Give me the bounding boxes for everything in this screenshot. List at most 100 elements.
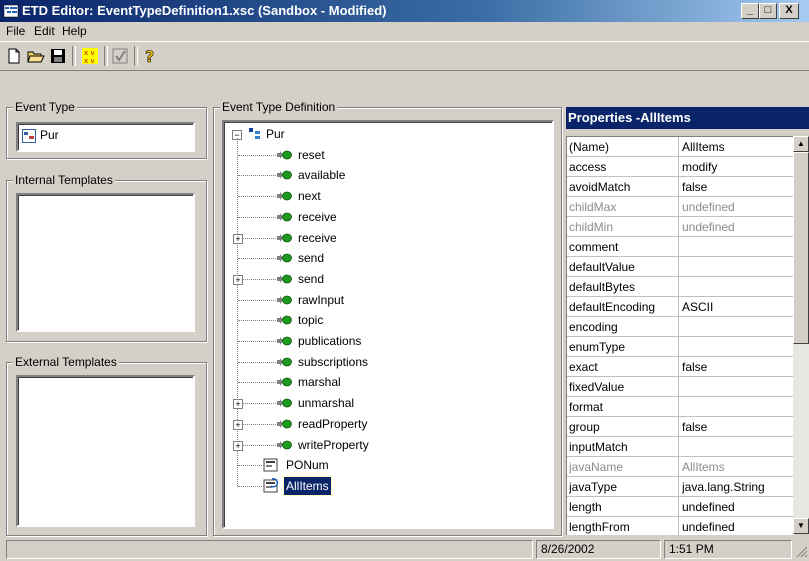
properties-title: Properties -AllItems bbox=[566, 107, 809, 129]
property-row[interactable]: defaultEncoding ASCII bbox=[567, 297, 794, 317]
minimize-button[interactable]: _ bbox=[741, 3, 759, 19]
tree-node-field[interactable]: AllItems bbox=[224, 475, 544, 496]
tree-node-method[interactable]: receive bbox=[224, 207, 544, 227]
expand-icon[interactable]: + bbox=[233, 440, 243, 451]
tree-node-method[interactable]: + send bbox=[224, 269, 544, 289]
open-folder-icon[interactable] bbox=[26, 46, 46, 66]
property-row[interactable]: childMax undefined bbox=[567, 197, 794, 217]
property-value[interactable]: undefined bbox=[682, 520, 792, 534]
tree-node-method[interactable]: topic bbox=[224, 310, 544, 330]
property-row[interactable]: exact false bbox=[567, 357, 794, 377]
property-row[interactable]: inputMatch bbox=[567, 437, 794, 457]
properties-grid[interactable]: (Name) AllItems access modify avoidMatch fals… bbox=[566, 136, 794, 535]
property-value[interactable]: modify bbox=[682, 160, 792, 174]
toolbar-separator bbox=[104, 46, 108, 66]
property-value[interactable]: false bbox=[682, 180, 792, 194]
tree-node-method[interactable]: + receive bbox=[224, 228, 544, 248]
tree-node-method[interactable]: send bbox=[224, 248, 544, 268]
property-value[interactable]: java.lang.String bbox=[682, 480, 792, 494]
expand-icon[interactable]: + bbox=[233, 233, 243, 244]
scroll-down-icon[interactable]: ▼ bbox=[793, 518, 809, 534]
close-button[interactable]: X bbox=[779, 3, 799, 19]
tree-node-label: reset bbox=[298, 147, 325, 162]
method-icon bbox=[277, 315, 292, 325]
property-row[interactable]: comment bbox=[567, 237, 794, 257]
property-value[interactable]: false bbox=[682, 420, 792, 434]
tree-node-label: publications bbox=[298, 334, 362, 348]
title-bar[interactable]: ETD Editor: EventTypeDefinition1.xsc (Sa… bbox=[0, 0, 809, 22]
check-icon[interactable]: x v x v bbox=[80, 46, 100, 66]
properties-scrollbar[interactable]: ▲ ▼ bbox=[793, 136, 809, 534]
scroll-up-icon[interactable]: ▲ bbox=[793, 136, 809, 152]
tree-node-method[interactable]: next bbox=[224, 186, 544, 206]
property-row[interactable]: lengthFrom undefined bbox=[567, 517, 794, 535]
column-divider bbox=[678, 257, 679, 277]
tree-node-method[interactable]: publications bbox=[224, 331, 544, 351]
property-row[interactable]: (Name) AllItems bbox=[567, 137, 794, 157]
tree-node-method[interactable]: subscriptions bbox=[224, 352, 544, 372]
column-divider bbox=[678, 517, 679, 535]
tree-node-label: available bbox=[298, 168, 346, 183]
new-file-icon[interactable] bbox=[4, 46, 24, 66]
etd-tree[interactable]: − Pur reset available next receive + receive sen… bbox=[222, 120, 554, 529]
property-value[interactable]: undefined bbox=[682, 220, 792, 234]
save-icon[interactable] bbox=[48, 46, 68, 66]
method-icon bbox=[277, 233, 292, 242]
property-row[interactable]: length undefined bbox=[567, 497, 794, 517]
field-icon bbox=[263, 458, 278, 472]
event-type-item[interactable]: Pur bbox=[40, 128, 59, 142]
external-templates-list[interactable] bbox=[16, 375, 195, 527]
property-value[interactable]: false bbox=[682, 360, 792, 374]
property-row[interactable]: defaultValue bbox=[567, 257, 794, 277]
tree-node-method[interactable]: + readProperty bbox=[224, 414, 544, 434]
tree-node-label: readProperty bbox=[298, 416, 368, 431]
property-row[interactable]: defaultBytes bbox=[567, 277, 794, 297]
internal-templates-list[interactable] bbox=[16, 193, 195, 332]
scroll-thumb[interactable] bbox=[793, 152, 809, 344]
tree-node-method[interactable]: reset bbox=[224, 145, 544, 165]
property-value[interactable]: AllItems bbox=[682, 140, 792, 154]
tree-node-label: topic bbox=[298, 313, 324, 328]
menu-help[interactable]: Help bbox=[62, 24, 87, 38]
tree-node-field[interactable]: PONum bbox=[224, 455, 544, 475]
expand-icon[interactable]: + bbox=[233, 274, 243, 285]
property-name: defaultBytes bbox=[569, 280, 636, 294]
tree-node-method[interactable]: rawInput bbox=[224, 290, 544, 310]
event-type-group: Event Type Pur bbox=[6, 100, 207, 159]
expand-icon[interactable]: + bbox=[233, 399, 243, 410]
compile-icon[interactable] bbox=[110, 46, 130, 66]
property-row[interactable]: childMin undefined bbox=[567, 217, 794, 237]
menu-edit[interactable]: Edit bbox=[34, 24, 55, 38]
event-type-box[interactable]: Pur bbox=[16, 122, 195, 152]
property-row[interactable]: javaType java.lang.String bbox=[567, 477, 794, 497]
property-row[interactable]: avoidMatch false bbox=[567, 177, 794, 197]
maximize-button[interactable]: □ bbox=[759, 3, 777, 19]
property-row[interactable]: format bbox=[567, 397, 794, 417]
property-row[interactable]: access modify bbox=[567, 157, 794, 177]
property-row[interactable]: encoding bbox=[567, 317, 794, 337]
tree-node-method[interactable]: marshal bbox=[224, 372, 544, 392]
property-value[interactable]: ASCII bbox=[682, 300, 792, 314]
tree-node-label: unmarshal bbox=[298, 396, 355, 411]
property-value[interactable]: AllItems bbox=[682, 460, 792, 474]
expand-icon[interactable]: + bbox=[233, 419, 243, 430]
property-row[interactable]: fixedValue bbox=[567, 377, 794, 397]
menu-file[interactable]: File bbox=[6, 24, 25, 38]
tree-node-method[interactable]: available bbox=[224, 165, 544, 185]
column-divider bbox=[678, 437, 679, 457]
tree-node-label: writeProperty bbox=[298, 437, 369, 452]
resize-grip-icon[interactable] bbox=[795, 545, 808, 558]
property-value[interactable]: undefined bbox=[682, 500, 792, 514]
property-value[interactable]: undefined bbox=[682, 200, 792, 214]
tree-node-method[interactable]: + writeProperty bbox=[224, 435, 544, 455]
property-row[interactable]: javaName AllItems bbox=[567, 457, 794, 477]
method-icon bbox=[277, 295, 292, 304]
tree-node-method[interactable]: + unmarshal bbox=[224, 393, 544, 413]
property-name: format bbox=[569, 400, 604, 414]
help-icon[interactable]: ? bbox=[140, 46, 160, 66]
property-row[interactable]: group false bbox=[567, 417, 794, 437]
method-icon bbox=[277, 398, 292, 408]
property-row[interactable]: enumType bbox=[567, 337, 794, 357]
property-name: defaultEncoding bbox=[569, 300, 656, 314]
window-title: ETD Editor: EventTypeDefinition1.xsc (Sa… bbox=[22, 3, 387, 18]
